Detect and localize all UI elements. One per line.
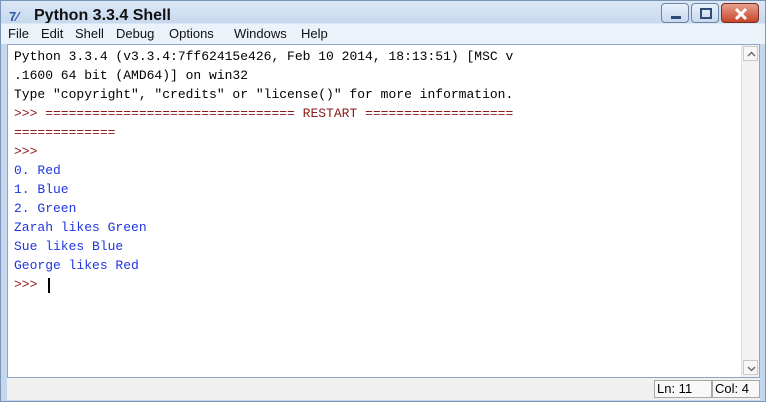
- restart-line-2: =============: [14, 125, 116, 140]
- python-shell-window: 7⁄ Python 3.3.4 Shell File Edit Shell De…: [0, 0, 766, 402]
- input-prompt: >>>: [14, 277, 46, 292]
- status-bar: Ln: 11 Col: 4: [7, 378, 760, 400]
- scroll-up-button[interactable]: [743, 46, 758, 61]
- prompt-line: >>>: [14, 144, 38, 159]
- output-line-5: Sue likes Blue: [14, 239, 124, 254]
- line-number-indicator: Ln: 11: [654, 380, 712, 398]
- minimize-icon: [671, 16, 681, 19]
- menu-debug[interactable]: Debug: [116, 26, 154, 41]
- output-line-6: George likes Red: [14, 258, 139, 273]
- output-line-4: Zarah likes Green: [14, 220, 147, 235]
- text-cursor: [48, 278, 50, 293]
- minimize-button[interactable]: [661, 3, 689, 23]
- menu-windows[interactable]: Windows: [234, 26, 287, 41]
- close-icon: [734, 7, 748, 21]
- banner-line-2: .1600 64 bit (AMD64)] on win32: [14, 68, 249, 83]
- vertical-scrollbar[interactable]: [741, 45, 759, 377]
- menu-help[interactable]: Help: [301, 26, 328, 41]
- down-arrow-icon: [747, 366, 756, 372]
- menu-file[interactable]: File: [8, 26, 29, 41]
- output-line-1: 0. Red: [14, 163, 61, 178]
- menu-options[interactable]: Options: [169, 26, 214, 41]
- menu-shell[interactable]: Shell: [75, 26, 104, 41]
- restart-line-1: >>> ================================ RES…: [14, 106, 514, 121]
- banner-line-3: Type "copyright", "credits" or "license(…: [14, 87, 514, 102]
- python-idle-icon: 7⁄: [9, 9, 19, 24]
- menu-edit[interactable]: Edit: [41, 26, 63, 41]
- close-button[interactable]: [721, 3, 759, 23]
- menu-bar: File Edit Shell Debug Options Windows He…: [1, 23, 765, 44]
- scroll-down-button[interactable]: [743, 360, 758, 375]
- column-number-indicator: Col: 4: [712, 380, 760, 398]
- maximize-button[interactable]: [691, 3, 719, 23]
- output-line-3: 2. Green: [14, 201, 77, 216]
- banner-line-1: Python 3.3.4 (v3.3.4:7ff62415e426, Feb 1…: [14, 49, 514, 64]
- shell-output-area[interactable]: Python 3.3.4 (v3.3.4:7ff62415e426, Feb 1…: [7, 44, 760, 378]
- maximize-icon: [700, 8, 712, 19]
- output-line-2: 1. Blue: [14, 182, 69, 197]
- up-arrow-icon: [747, 51, 756, 57]
